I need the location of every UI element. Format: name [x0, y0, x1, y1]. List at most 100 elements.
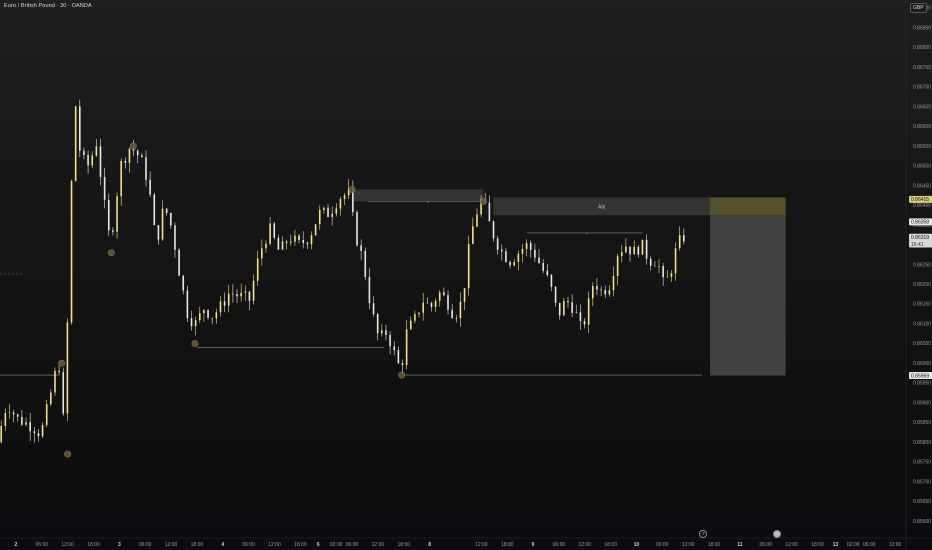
candle-body	[165, 208, 168, 213]
time-tick-label: 18:00	[87, 542, 100, 548]
time-tick-label: 12:00	[268, 542, 281, 548]
candle-body	[128, 148, 131, 163]
candle-body	[558, 302, 561, 316]
candle-body	[29, 422, 31, 432]
price-tick-label: 0.85750	[913, 460, 931, 466]
currency-label[interactable]: GBP	[910, 3, 927, 13]
candle-body	[273, 223, 276, 238]
time-tick-label: 06:00	[36, 542, 49, 548]
candle-body	[670, 273, 673, 277]
candle-body	[596, 285, 598, 290]
price-tick-label: 0.86200	[913, 282, 931, 288]
candle-body	[149, 179, 151, 195]
candle-body	[327, 207, 329, 218]
candle-body	[368, 276, 371, 304]
candle-body	[37, 433, 40, 437]
candle-body	[74, 106, 77, 181]
candle-body	[236, 293, 238, 297]
candle-body	[203, 309, 205, 314]
time-tick-label: 2	[15, 542, 18, 548]
candle-body	[381, 330, 383, 334]
candle-body	[405, 329, 408, 366]
candle-body	[252, 280, 255, 301]
time-tick-label: 18:00	[811, 542, 824, 548]
pivot-marker	[107, 249, 115, 257]
time-tick-label: 06:00	[553, 542, 566, 548]
price-label: 0.86319	[911, 235, 929, 241]
candle-body	[538, 257, 540, 264]
candle-body	[41, 425, 44, 437]
candle-body	[281, 241, 284, 250]
time-tick-label: 18:00	[708, 542, 721, 548]
candle-body	[294, 235, 296, 242]
candle-body	[389, 334, 391, 347]
candle-body	[678, 235, 681, 249]
candle-body	[616, 256, 619, 276]
candle-body	[612, 275, 615, 291]
candle-body	[356, 212, 358, 246]
time-tick-label: 06:00	[863, 542, 876, 548]
candle-body	[339, 199, 342, 209]
candle-body	[66, 322, 69, 414]
pivot-marker	[129, 142, 137, 150]
candle-body	[525, 242, 528, 249]
candle-body	[240, 292, 242, 297]
candle-body	[625, 246, 627, 253]
candle-body	[323, 207, 325, 210]
time-tick-label: 12:00	[165, 542, 178, 548]
price-tick-label: 0.86500	[913, 164, 931, 170]
replay-icon[interactable]: ↺	[699, 530, 707, 538]
price-label: 16:41	[911, 242, 924, 248]
candle-body	[459, 301, 462, 319]
candle-body	[654, 265, 656, 267]
price-tick-label: 0.86700	[913, 85, 931, 91]
candle-body	[463, 288, 466, 302]
candle-body	[550, 275, 553, 287]
target-icon[interactable]	[773, 530, 781, 538]
price-tick-label: 0.86650	[913, 104, 931, 110]
candle-body	[592, 285, 594, 299]
price-tick-label: 0.85800	[913, 440, 931, 446]
candle-body	[542, 263, 544, 271]
candlestick-chart[interactable]: Ablxx0.869000.868500.868000.867500.86700…	[0, 0, 932, 550]
candle-body	[157, 225, 160, 240]
chart-root[interactable]: Ablxx0.869000.868500.868000.867500.86700…	[0, 0, 932, 550]
candle-body	[430, 303, 433, 307]
time-tick-label: 6	[317, 542, 320, 548]
time-tick-label: 8	[428, 542, 431, 548]
candle-body	[434, 300, 437, 307]
time-tick-label: 06:00	[139, 542, 152, 548]
candle-body	[186, 290, 189, 319]
candle-body	[372, 303, 375, 315]
candle-body	[318, 209, 321, 225]
candle-body	[397, 350, 400, 364]
candle-body	[476, 214, 478, 227]
candle-body	[285, 241, 288, 243]
candle-body	[25, 422, 27, 425]
price-tick-label: 0.85950	[913, 381, 931, 387]
candle-body	[87, 154, 89, 166]
price-label: 0.85969	[911, 373, 929, 379]
time-tick-label: 12:00	[785, 542, 798, 548]
candle-body	[649, 258, 652, 266]
position-stop-zone	[710, 215, 786, 376]
candle-body	[674, 248, 677, 274]
candle-body	[302, 239, 305, 243]
candle-body	[83, 150, 85, 155]
candle-body	[207, 309, 209, 318]
price-tick-label: 0.86400	[913, 203, 931, 209]
supply-zone-1	[354, 189, 484, 202]
candle-body	[401, 363, 404, 366]
candle-body	[16, 414, 19, 417]
time-tick-label: 12:00	[61, 542, 74, 548]
candle-body	[438, 292, 441, 301]
time-tick-label: 12:00	[475, 542, 488, 548]
candle-body	[418, 312, 420, 315]
candle-body	[529, 242, 532, 250]
candle-body	[33, 431, 36, 434]
candle-body	[629, 246, 631, 255]
candle-body	[546, 270, 549, 276]
time-tick-label: 02:00	[330, 542, 343, 548]
candle-body	[521, 248, 524, 254]
candle-body	[21, 416, 23, 425]
